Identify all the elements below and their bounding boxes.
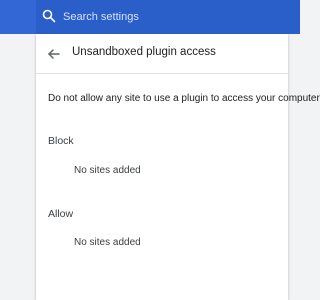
allow-section-heading: Allow bbox=[48, 208, 74, 220]
title-divider bbox=[36, 73, 288, 74]
search-input[interactable] bbox=[63, 9, 288, 25]
block-section-heading: Block bbox=[48, 135, 74, 147]
arrow-back-icon[interactable] bbox=[46, 46, 62, 62]
search-icon[interactable] bbox=[42, 9, 56, 23]
allow-empty-text: No sites added bbox=[74, 237, 141, 248]
block-empty-text: No sites added bbox=[74, 165, 141, 176]
page-title: Unsandboxed plugin access bbox=[72, 46, 216, 58]
setting-description: Do not allow any site to use a plugin to… bbox=[48, 93, 320, 104]
